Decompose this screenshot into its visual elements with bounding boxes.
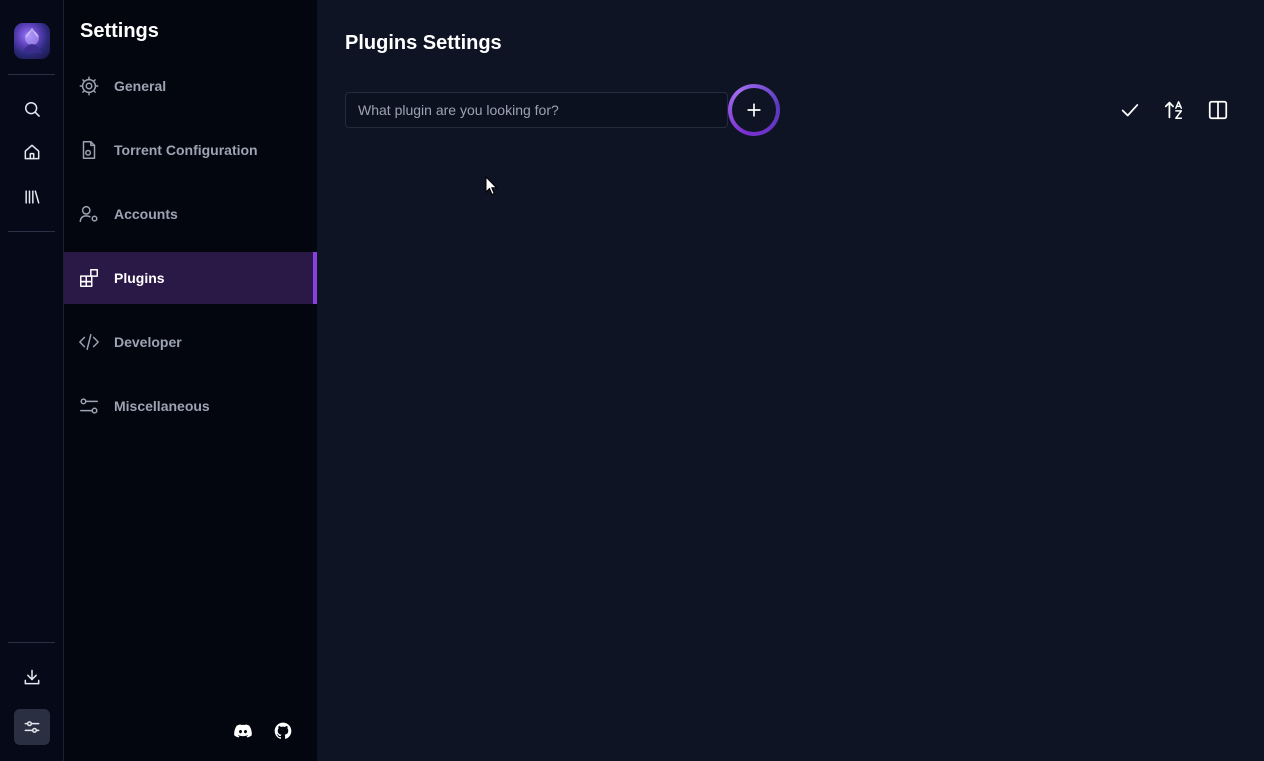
plugins-icon (78, 267, 100, 289)
discord-icon[interactable] (232, 720, 254, 742)
file-settings-icon (78, 139, 100, 161)
app-logo[interactable] (14, 23, 50, 59)
rail-divider (8, 642, 55, 643)
check-icon[interactable] (1117, 97, 1143, 123)
rail-divider (8, 231, 55, 232)
sidebar-item-plugins[interactable]: Plugins (64, 252, 317, 304)
plugin-search-input[interactable] (345, 92, 728, 128)
mouse-cursor-icon (485, 176, 498, 196)
sidebar-item-label: Plugins (114, 270, 165, 286)
sidebar-item-accounts[interactable]: Accounts (64, 188, 317, 240)
rail-divider (8, 74, 55, 75)
search-icon[interactable] (14, 91, 50, 127)
sidebar-item-label: Torrent Configuration (114, 142, 258, 158)
plus-icon (747, 103, 761, 117)
download-icon[interactable] (14, 659, 50, 695)
github-icon[interactable] (272, 720, 294, 742)
page-title: Plugins Settings (345, 32, 502, 54)
sidebar-item-torrent-configuration[interactable]: Torrent Configuration (64, 124, 317, 176)
sidebar-item-label: General (114, 78, 167, 94)
settings-sidebar: Settings General Torrent Configuration A… (64, 0, 317, 761)
split-view-icon[interactable] (1205, 97, 1231, 123)
sidebar-title: Settings (80, 20, 159, 42)
sidebar-item-label: Miscellaneous (114, 398, 210, 414)
sidebar-item-general[interactable]: General (64, 60, 317, 112)
library-icon[interactable] (14, 179, 50, 215)
home-icon[interactable] (14, 134, 50, 170)
sort-az-icon[interactable] (1161, 97, 1187, 123)
code-icon (78, 331, 100, 353)
icon-rail (0, 0, 64, 761)
sliders-icon (78, 395, 100, 417)
sidebar-item-miscellaneous[interactable]: Miscellaneous (64, 380, 317, 432)
add-plugin-button[interactable] (728, 84, 780, 136)
settings-sliders-icon[interactable] (14, 709, 50, 745)
sidebar-item-label: Developer (114, 334, 182, 350)
main-content: Plugins Settings (317, 0, 1264, 761)
sidebar-item-developer[interactable]: Developer (64, 316, 317, 368)
user-settings-icon (78, 203, 100, 225)
gear-icon (78, 75, 100, 97)
sidebar-item-label: Accounts (114, 206, 178, 222)
